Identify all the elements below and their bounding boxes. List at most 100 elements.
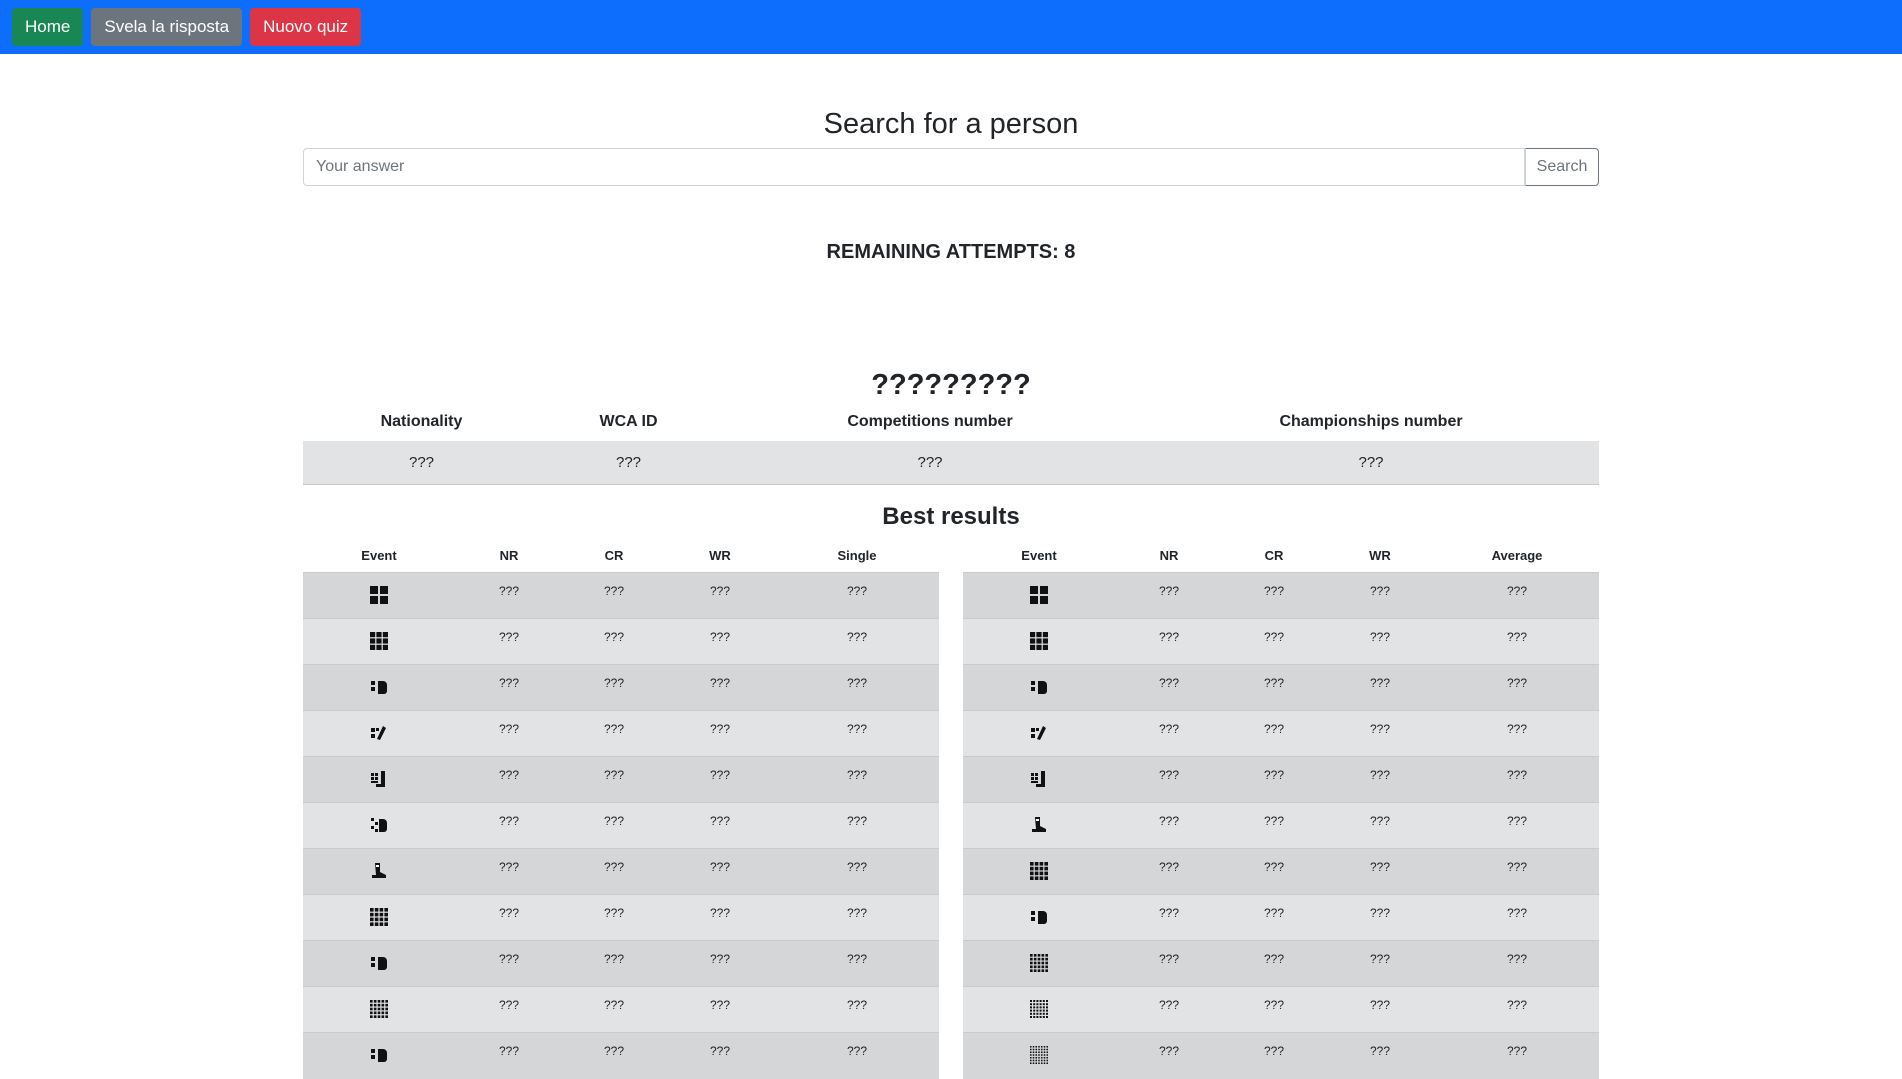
average-cell: ??? bbox=[1435, 618, 1599, 665]
single-cell: ??? bbox=[775, 710, 939, 757]
cr-cell: ??? bbox=[1223, 802, 1325, 849]
nr-cell: ??? bbox=[1115, 756, 1223, 803]
nr-cell: ??? bbox=[455, 848, 563, 895]
single-cell: ??? bbox=[775, 802, 939, 849]
average-cell: ??? bbox=[1435, 664, 1599, 711]
average-cell: ??? bbox=[1435, 894, 1599, 941]
search-input[interactable]: Your answer bbox=[303, 148, 1525, 186]
page-title: Search for a person bbox=[823, 108, 1079, 140]
cr-cell: ??? bbox=[1223, 572, 1325, 619]
result-row: ???????????? bbox=[303, 1032, 939, 1079]
nr-cell: ??? bbox=[1115, 986, 1223, 1033]
average-header: Average bbox=[1491, 547, 1543, 563]
cr-cell: ??? bbox=[1223, 940, 1325, 987]
person-name: ????????? bbox=[871, 369, 1031, 401]
result-row: ???????????? bbox=[963, 756, 1599, 803]
event-cell bbox=[963, 664, 1115, 711]
average-cell: ??? bbox=[1435, 802, 1599, 849]
nr-header: NR bbox=[1159, 547, 1179, 563]
wr-header: WR bbox=[709, 547, 731, 563]
nr-cell: ??? bbox=[455, 572, 563, 619]
event-cell bbox=[963, 802, 1115, 849]
competitions-header: Competitions number bbox=[847, 413, 1013, 430]
nr-cell: ??? bbox=[455, 618, 563, 665]
event-cell bbox=[963, 940, 1115, 987]
result-row: ???????????? bbox=[303, 618, 939, 665]
wr-cell: ??? bbox=[665, 986, 775, 1033]
event-cell bbox=[963, 894, 1115, 941]
wr-cell: ??? bbox=[1325, 802, 1435, 849]
cr-header: CR bbox=[604, 547, 624, 563]
single-cell: ??? bbox=[775, 848, 939, 895]
average-cell: ??? bbox=[1435, 710, 1599, 757]
single-results-table: Event NR CR WR Single ??????????????????… bbox=[303, 538, 939, 1079]
wr-cell: ??? bbox=[665, 802, 775, 849]
3x3-blindfolded-icon bbox=[1030, 678, 1048, 696]
nr-cell: ??? bbox=[455, 986, 563, 1033]
result-row: ???????????? bbox=[303, 986, 939, 1033]
top-navbar: Home Svela la risposta Nuovo quiz bbox=[0, 0, 1902, 54]
average-cell: ??? bbox=[1435, 572, 1599, 619]
nr-cell: ??? bbox=[1115, 848, 1223, 895]
championships-value: ??? bbox=[1143, 441, 1599, 485]
average-results-table: Event NR CR WR Average ?????????????????… bbox=[963, 538, 1599, 1079]
nr-cell: ??? bbox=[1115, 1032, 1223, 1079]
3x3-fewest-moves-icon bbox=[1030, 770, 1048, 788]
nr-cell: ??? bbox=[1115, 572, 1223, 619]
wr-cell: ??? bbox=[1325, 756, 1435, 803]
3x3-fewest-moves-icon bbox=[370, 770, 388, 788]
6x6-cube-icon bbox=[1030, 1000, 1048, 1018]
main-container: Search for a person Your answer Search R… bbox=[303, 104, 1599, 1079]
nr-cell: ??? bbox=[1115, 894, 1223, 941]
wr-cell: ??? bbox=[665, 710, 775, 757]
event-cell bbox=[303, 894, 455, 941]
wr-cell: ??? bbox=[1325, 986, 1435, 1033]
nr-cell: ??? bbox=[1115, 664, 1223, 711]
wr-cell: ??? bbox=[1325, 664, 1435, 711]
nr-cell: ??? bbox=[455, 664, 563, 711]
wr-header: WR bbox=[1369, 547, 1391, 563]
event-cell bbox=[963, 848, 1115, 895]
search-button[interactable]: Search bbox=[1525, 148, 1599, 186]
home-button[interactable]: Home bbox=[12, 8, 84, 46]
nr-cell: ??? bbox=[455, 1032, 563, 1079]
event-cell bbox=[303, 848, 455, 895]
cr-cell: ??? bbox=[1223, 710, 1325, 757]
cr-cell: ??? bbox=[563, 1032, 665, 1079]
event-cell bbox=[963, 572, 1115, 619]
event-cell bbox=[303, 802, 455, 849]
reveal-answer-button[interactable]: Svela la risposta bbox=[91, 8, 243, 46]
result-row: ???????????? bbox=[303, 940, 939, 987]
event-cell bbox=[303, 710, 455, 757]
wr-cell: ??? bbox=[1325, 618, 1435, 665]
cr-cell: ??? bbox=[563, 756, 665, 803]
competitions-value: ??? bbox=[717, 441, 1143, 485]
event-cell bbox=[963, 1032, 1115, 1079]
wr-cell: ??? bbox=[665, 572, 775, 619]
event-cell bbox=[963, 618, 1115, 665]
single-cell: ??? bbox=[775, 940, 939, 987]
result-row: ???????????? bbox=[963, 848, 1599, 895]
new-quiz-button[interactable]: Nuovo quiz bbox=[250, 8, 362, 46]
wr-cell: ??? bbox=[665, 618, 775, 665]
event-cell bbox=[303, 1032, 455, 1079]
5x5-cube-icon bbox=[370, 1000, 388, 1018]
2x2-cube-icon bbox=[1030, 586, 1048, 604]
nr-cell: ??? bbox=[1115, 618, 1223, 665]
single-cell: ??? bbox=[775, 572, 939, 619]
nr-cell: ??? bbox=[1115, 802, 1223, 849]
3x3-feet-icon bbox=[1030, 816, 1048, 834]
nr-cell: ??? bbox=[1115, 710, 1223, 757]
result-row: ???????????? bbox=[303, 894, 939, 941]
cr-cell: ??? bbox=[563, 618, 665, 665]
7x7-cube-icon bbox=[1030, 1046, 1048, 1065]
single-cell: ??? bbox=[775, 986, 939, 1033]
wca-id-header: WCA ID bbox=[599, 413, 658, 430]
event-cell bbox=[303, 756, 455, 803]
5x5-blindfolded-icon bbox=[370, 1046, 388, 1064]
result-row: ???????????? bbox=[963, 986, 1599, 1033]
cr-cell: ??? bbox=[1223, 986, 1325, 1033]
cr-cell: ??? bbox=[563, 572, 665, 619]
result-row: ???????????? bbox=[963, 618, 1599, 665]
cr-cell: ??? bbox=[1223, 1032, 1325, 1079]
